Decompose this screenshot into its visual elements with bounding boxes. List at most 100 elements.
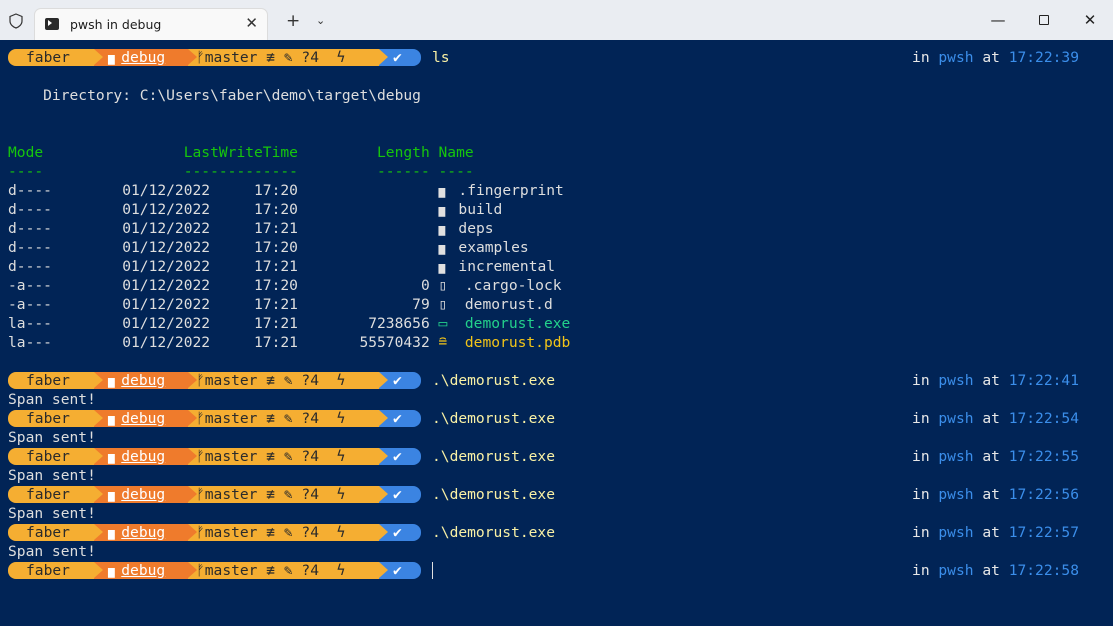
file-name: demorust.exe: [464, 315, 571, 332]
command-output: Span sent!: [8, 543, 96, 560]
file-type-icon: ▆: [438, 185, 459, 198]
prompt-git-segment: ᚠmaster ≢ ✎ ?4 ϟ: [188, 524, 379, 541]
rprompt-at: at: [973, 49, 1009, 66]
prompt-path-segment: ▆ debug: [94, 410, 188, 427]
file-name: .cargo-lock: [464, 277, 562, 294]
prompt-git-segment: ᚠmaster ≢ ✎ ?4 ϟ: [188, 49, 379, 66]
prompt-path-name: debug: [121, 524, 166, 541]
prompt-git-segment: ᚠmaster ≢ ✎ ?4 ϟ: [188, 372, 379, 389]
file-type-icon: ▆: [438, 242, 459, 255]
right-prompt: in pwsh at 17:22:39: [912, 48, 1079, 67]
minimize-icon[interactable]: —: [988, 12, 1008, 28]
table-row: -a--- 01/12/2022 17:21 79 ▯ demorust.d: [8, 295, 553, 314]
table-row: d---- 01/12/2022 17:21 ▆ incremental: [8, 257, 555, 276]
prompt-path-segment: ▆ debug: [94, 49, 188, 66]
prompt-git-segment: ᚠmaster ≢ ✎ ?4 ϟ: [188, 410, 379, 427]
rprompt-at: at: [973, 562, 1009, 579]
prompt-user-segment: faber: [8, 562, 94, 579]
table-row: -a--- 01/12/2022 17:20 0 ▯ .cargo-lock: [8, 276, 562, 295]
folder-icon: ▆: [108, 565, 122, 578]
right-prompt: in pwsh at 17:22:56: [912, 485, 1079, 504]
prompt-user-segment: faber: [8, 49, 94, 66]
file-name: demorust.pdb: [464, 334, 571, 351]
plus-icon[interactable]: +: [286, 12, 300, 30]
maximize-icon[interactable]: [1034, 12, 1054, 29]
prompt-path-segment: ▆ debug: [94, 562, 188, 579]
shield-icon[interactable]: [8, 13, 24, 29]
segment-separator: [94, 524, 103, 540]
rprompt-shell: pwsh: [938, 410, 974, 427]
prompt-path-name: debug: [121, 372, 166, 389]
file-name: deps: [458, 220, 494, 237]
prompt-path-name: debug: [121, 410, 166, 427]
segment-separator: [188, 372, 197, 388]
prompt-path-name: debug: [121, 486, 166, 503]
segment-separator: [188, 410, 197, 426]
rprompt-in: in: [912, 562, 939, 579]
segment-separator: [379, 486, 388, 502]
file-type-icon: ≘: [438, 334, 465, 351]
right-prompt: in pwsh at 17:22:58: [912, 561, 1079, 580]
prompt-user-segment: faber: [8, 372, 94, 389]
table-row: la--- 01/12/2022 17:21 55570432 ≘ demoru…: [8, 333, 570, 352]
file-type-icon: ▆: [438, 223, 459, 236]
command-text: .\demorust.exe: [432, 448, 556, 465]
prompt-git-segment: ᚠmaster ≢ ✎ ?4 ϟ: [188, 448, 379, 465]
row-meta: d---- 01/12/2022 17:20: [8, 239, 439, 256]
command-output: Span sent!: [8, 429, 96, 446]
rprompt-in: in: [912, 448, 939, 465]
prompt-path-name: debug: [121, 49, 166, 66]
rprompt-shell: pwsh: [938, 524, 974, 541]
folder-icon: ▆: [108, 52, 122, 65]
tab-title: pwsh in debug: [70, 17, 162, 32]
segment-separator: [188, 486, 197, 502]
segment-separator: [188, 448, 197, 464]
command-text: .\demorust.exe: [432, 524, 556, 541]
terminal-output[interactable]: faber ▆ debug ᚠmaster ≢ ✎ ?4 ϟ ✔ ls in pwsh a…: [0, 40, 1113, 626]
directory-line: Directory: C:\Users\faber\demo\target\de…: [8, 87, 421, 104]
rprompt-time: 17:22:56: [1008, 486, 1079, 503]
segment-separator: [94, 486, 103, 502]
prompt-path-name: debug: [121, 448, 166, 465]
rprompt-time: 17:22:58: [1008, 562, 1079, 579]
segment-separator: [94, 448, 103, 464]
rprompt-at: at: [973, 524, 1009, 541]
close-icon[interactable]: ✕: [245, 14, 258, 32]
rprompt-shell: pwsh: [938, 49, 974, 66]
chevron-down-icon[interactable]: ⌄: [316, 12, 325, 30]
rprompt-at: at: [973, 448, 1009, 465]
row-meta: d---- 01/12/2022 17:21: [8, 220, 439, 237]
segment-separator: [379, 524, 388, 540]
segment-separator: [188, 562, 197, 578]
rprompt-shell: pwsh: [938, 486, 974, 503]
file-type-icon: ▭: [438, 315, 465, 332]
file-name: examples: [458, 239, 529, 256]
table-row: la--- 01/12/2022 17:21 7238656 ▭ demorus…: [8, 314, 570, 333]
folder-icon: ▆: [108, 527, 122, 540]
command-output: Span sent!: [8, 391, 96, 408]
rprompt-at: at: [973, 486, 1009, 503]
command-text: .\demorust.exe: [432, 372, 556, 389]
text-cursor: [432, 562, 433, 579]
close-window-icon[interactable]: ✕: [1080, 12, 1100, 28]
file-type-icon: ▆: [438, 204, 459, 217]
folder-icon: ▆: [108, 451, 122, 464]
row-meta: d---- 01/12/2022 17:21: [8, 258, 439, 275]
segment-separator: [94, 562, 103, 578]
powershell-icon: [45, 18, 59, 30]
rprompt-in: in: [912, 372, 939, 389]
segment-separator: [379, 410, 388, 426]
row-meta: la--- 01/12/2022 17:21 55570432: [8, 334, 439, 351]
right-prompt: in pwsh at 17:22:54: [912, 409, 1079, 428]
table-row: d---- 01/12/2022 17:20 ▆ .fingerprint: [8, 181, 564, 200]
file-name: build: [458, 201, 503, 218]
terminal-tab[interactable]: pwsh in debug ✕: [34, 8, 268, 40]
title-bar: pwsh in debug ✕ + ⌄ — ✕: [0, 0, 1113, 40]
segment-separator: [94, 372, 103, 388]
file-name: demorust.d: [464, 296, 553, 313]
rprompt-in: in: [912, 524, 939, 541]
right-prompt: in pwsh at 17:22:55: [912, 447, 1079, 466]
listing-header: Mode LastWriteTime Length Name: [8, 144, 474, 161]
row-meta: la--- 01/12/2022 17:21 7238656: [8, 315, 439, 332]
prompt-git-segment: ᚠmaster ≢ ✎ ?4 ϟ: [188, 562, 379, 579]
